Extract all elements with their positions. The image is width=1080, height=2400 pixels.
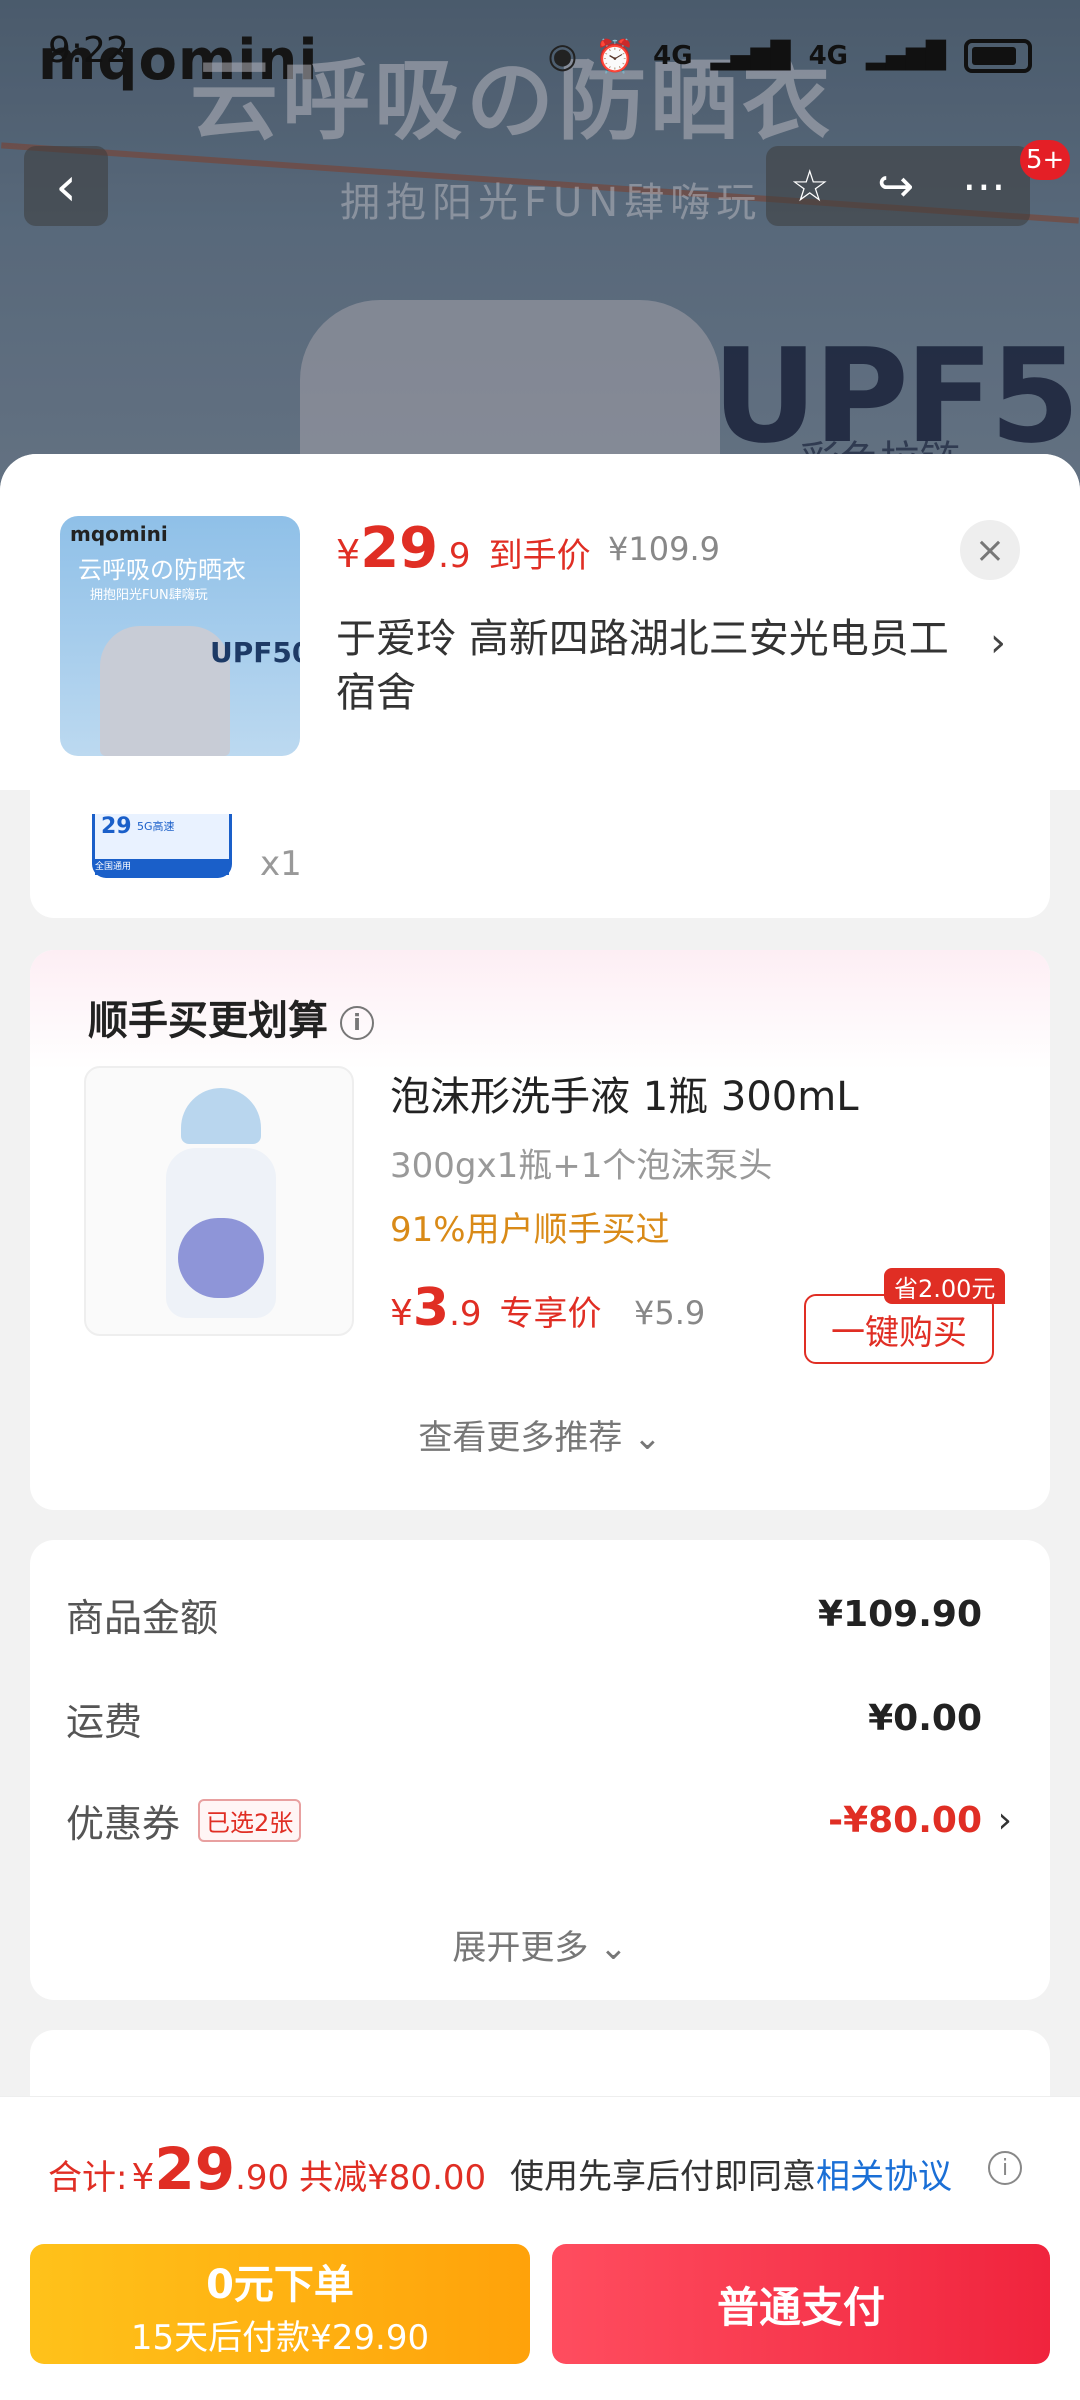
coupon-row[interactable]: 优惠券 已选2张 -¥80.00 ›	[66, 1790, 1012, 1850]
total-discount: 共减¥80.00	[299, 2158, 487, 2198]
upsell-price-decimal: .9	[449, 1294, 482, 1334]
close-button[interactable]: ×	[960, 520, 1020, 580]
soap-pump-graphic	[181, 1088, 261, 1144]
action-bar: 0元下单 15天后付款¥29.90 普通支付	[0, 2230, 1080, 2400]
more-dots-icon[interactable]: ⋯	[962, 161, 1006, 212]
upsell-title-text: 顺手买更划算	[88, 998, 328, 1044]
pay-later-subtitle: 15天后付款¥29.90	[130, 2318, 430, 2358]
total-label: 合计:	[48, 2158, 128, 2198]
upsell-title: 顺手买更划算 i	[88, 988, 374, 1046]
upsell-price-integer: 3	[412, 1278, 450, 1338]
total-currency: ¥	[131, 2157, 155, 2198]
total-integer: 29	[154, 2135, 236, 2203]
goods-amount-label: 商品金额	[66, 1595, 219, 1640]
item-quantity: x1	[260, 844, 302, 884]
sim-price: 29	[101, 814, 132, 839]
message-badge: 5+	[1020, 140, 1071, 180]
goods-amount-value: ¥109.90	[818, 1593, 982, 1635]
thumb-title: 云呼吸の防晒衣	[78, 556, 246, 584]
thumb-upf: UPF50+	[210, 636, 300, 669]
sheet-header: mqomini 云呼吸の防晒衣 拥抱阳光FUN肆嗨玩 UPF50+ ¥ 29 .…	[0, 454, 1080, 790]
more-recommendations-link[interactable]: 查看更多推荐 ⌄	[30, 1410, 1050, 1459]
agreement-link[interactable]: 相关协议	[816, 2157, 952, 2197]
status-bar: 9:22 ◉ ⏰ 4G ▂▄▆█ 4G ▂▄▆█	[0, 0, 1080, 110]
alarm-icon: ⏰	[595, 37, 636, 75]
chevron-right-icon[interactable]: ›	[990, 620, 1006, 666]
signal-4g-icon: 4G	[653, 41, 693, 71]
signal-bars-icon: ▂▄▆█	[710, 41, 791, 71]
sim-card-thumbnail: 29 5G高速 全国通用	[92, 814, 232, 878]
info-icon[interactable]: i	[988, 2151, 1022, 2185]
shipping-label: 运费	[66, 1699, 143, 1744]
upsell-original-price: ¥5.9	[634, 1294, 706, 1332]
shipping-address[interactable]: 于爱玲 高新四路湖北三安光电员工宿舍	[336, 612, 956, 720]
shipping-value: ¥0.00	[868, 1697, 982, 1739]
coupon-value: -¥80.00	[828, 1799, 982, 1841]
upsell-product-spec: 300gx1瓶+1个泡沫泵头	[390, 1146, 773, 1186]
favorite-star-icon[interactable]: ☆	[790, 161, 829, 212]
pay-later-button[interactable]: 0元下单 15天后付款¥29.90	[30, 2244, 530, 2364]
savings-badge: 省2.00元	[884, 1268, 1006, 1304]
chevron-left-icon: ‹	[55, 154, 77, 218]
product-thumbnail[interactable]: mqomini 云呼吸の防晒衣 拥抱阳光FUN肆嗨玩 UPF50+	[60, 516, 300, 756]
thumb-brand: mqomini	[70, 522, 168, 546]
coupon-selected-tag: 已选2张	[198, 1798, 302, 1842]
upsell-product-name[interactable]: 泡沫形洗手液 1瓶 300mL	[390, 1064, 858, 1122]
price-tag: 到手价	[488, 536, 591, 576]
one-click-buy-button[interactable]: 一键购买	[804, 1294, 994, 1364]
price-integer: 29	[360, 516, 439, 581]
sim-footer: 全国通用	[95, 859, 229, 875]
agreement-prefix: 使用先享后付即同意	[510, 2157, 816, 2197]
price-currency: ¥	[336, 532, 361, 576]
price-decimal: .9	[438, 536, 471, 576]
pay-later-title: 0元下单	[206, 2262, 354, 2308]
soap-label-graphic	[178, 1218, 264, 1298]
upsell-price: ¥ 3 .9 专享价	[390, 1278, 602, 1338]
shipping-row: 运费 ¥0.00	[66, 1688, 1006, 1748]
chevron-right-icon[interactable]: ›	[998, 1800, 1012, 1841]
upsell-price-currency: ¥	[390, 1293, 413, 1334]
sim-line1: 5G高速	[137, 820, 175, 833]
share-icon[interactable]: ↪	[877, 161, 914, 212]
total-bar: 合计: ¥ 29 .90 共减¥80.00 使用先享后付即同意相关协议 i	[0, 2096, 1080, 2230]
thumb-subtitle: 拥抱阳光FUN肆嗨玩	[90, 588, 208, 603]
top-action-group: ☆ ↪ ⋯	[766, 146, 1030, 226]
agreement-text: 使用先享后付即同意相关协议	[510, 2149, 952, 2198]
close-icon: ×	[974, 529, 1006, 571]
coupon-label: 优惠券	[66, 1801, 181, 1846]
upsell-price-tag: 专享价	[499, 1294, 602, 1334]
goods-amount-row: 商品金额 ¥109.90	[66, 1584, 1006, 1644]
signal-bars-icon-2: ▂▄▆█	[866, 41, 946, 71]
status-icons: ◉ ⏰ 4G ▂▄▆█ 4G ▂▄▆█	[548, 36, 1032, 76]
upsell-card: 顺手买更划算 i 泡沫形洗手液 1瓶 300mL 300gx1瓶+1个泡沫泵头 9…	[30, 950, 1050, 1510]
info-icon[interactable]: i	[340, 1006, 374, 1040]
cost-summary-card: 商品金额 ¥109.90 运费 ¥0.00 优惠券 已选2张 -¥80.00 ›…	[30, 1540, 1050, 2000]
status-time: 9:22	[48, 30, 129, 71]
signal-4g-icon-2: 4G	[808, 41, 849, 71]
total-decimal: .90	[235, 2158, 290, 2198]
order-total: 合计: ¥ 29 .90 共减¥80.00	[48, 2135, 486, 2203]
original-price: ¥109.9	[608, 530, 720, 568]
normal-pay-button[interactable]: 普通支付	[552, 2244, 1050, 2364]
final-price: ¥ 29 .9 到手价	[336, 516, 591, 581]
battery-icon	[964, 39, 1032, 73]
back-button[interactable]: ‹	[24, 146, 108, 226]
expand-more-link[interactable]: 展开更多 ⌄	[30, 1920, 1050, 1969]
hand-soap-image[interactable]	[84, 1066, 354, 1336]
upsell-purchase-stat: 91%用户顺手买过	[390, 1210, 670, 1250]
eye-icon: ◉	[547, 36, 578, 76]
